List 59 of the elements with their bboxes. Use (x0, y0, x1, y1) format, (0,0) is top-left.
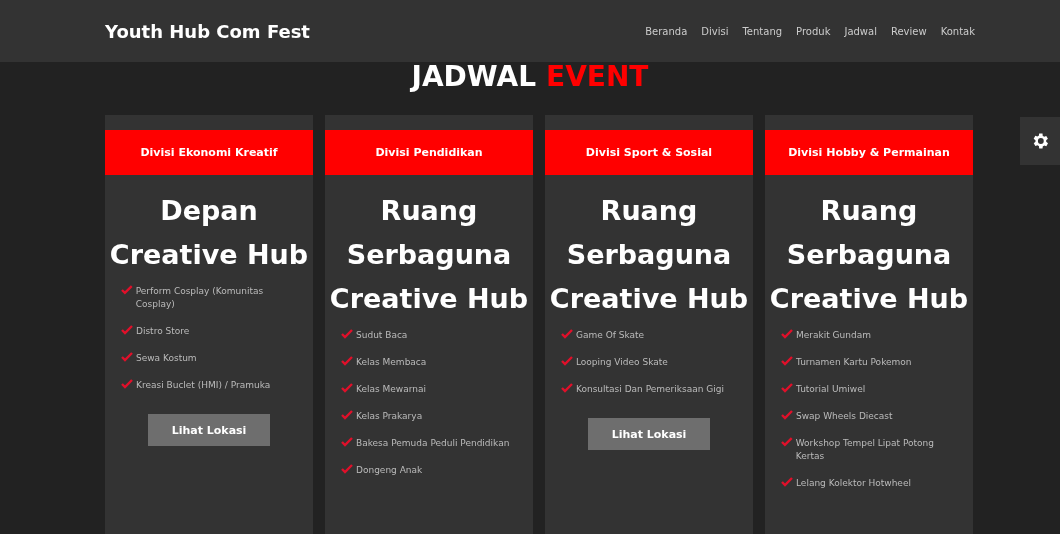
event-item: Sewa Kostum (136, 352, 197, 365)
location-button[interactable]: Lihat Lokasi (588, 418, 710, 450)
settings-button[interactable] (1020, 117, 1060, 165)
check-icon (781, 437, 793, 447)
nav-link[interactable]: Tentang (742, 25, 783, 37)
nav-link[interactable]: Divisi (701, 25, 729, 37)
check-icon (781, 356, 793, 366)
event-item: Konsultasi Dan Pemeriksaan Gigi (576, 383, 724, 396)
event-item: Looping Video Skate (576, 356, 668, 369)
check-icon (341, 464, 353, 474)
division-header: Divisi Sport & Sosial (545, 130, 753, 175)
location-title: Depan Creative Hub (108, 194, 310, 272)
division-header: Divisi Ekonomi Kreatif (105, 130, 313, 175)
location-title: Ruang Serbaguna Creative Hub (328, 194, 530, 316)
check-icon (561, 356, 573, 366)
event-item: Lelang Kolektor Hotwheel (796, 477, 911, 490)
event-item: Kelas Prakarya (356, 410, 423, 423)
event-item: Tutorial Umiwel (796, 383, 866, 396)
event-item: Kreasi Buclet (HMI) / Pramuka (136, 379, 271, 392)
check-icon (121, 352, 133, 362)
event-item: Workshop Tempel Lipat Potong Kertas (795, 437, 936, 463)
check-icon (781, 410, 793, 420)
check-icon (781, 329, 793, 339)
check-icon (341, 329, 353, 339)
event-item: Bakesa Pemuda Peduli Pendidikan (356, 437, 510, 450)
event-item: Kelas Membaca (356, 356, 427, 369)
section-title: JADWAL (411, 60, 536, 93)
event-item: Merakit Gundam (796, 329, 871, 342)
event-item: Kelas Mewarnai (356, 383, 426, 396)
event-item: Distro Store (136, 325, 190, 338)
check-icon (341, 356, 353, 366)
location-title: Ruang Serbaguna Creative Hub (548, 194, 750, 316)
event-item: Dongeng Anak (356, 464, 423, 477)
event-item: Game Of Skate (576, 329, 645, 342)
check-icon (781, 383, 793, 393)
check-icon (121, 325, 133, 335)
check-icon (561, 329, 573, 339)
location-title: Ruang Serbaguna Creative Hub (768, 194, 970, 316)
division-header: Divisi Hobby & Permainan (765, 130, 973, 175)
nav-link[interactable]: Kontak (940, 25, 975, 37)
section-title-accent: EVENT (546, 60, 649, 93)
check-icon (341, 437, 353, 447)
check-icon (561, 383, 573, 393)
nav-link[interactable]: Produk (796, 25, 831, 37)
event-item: Swap Wheels Diecast (796, 410, 893, 423)
check-icon (121, 285, 133, 295)
event-item: Perform Cosplay (Komunitas Cosplay) (135, 285, 265, 311)
nav-link[interactable]: Jadwal (844, 25, 877, 37)
nav-link[interactable]: Beranda (645, 25, 688, 37)
check-icon (341, 383, 353, 393)
nav-link[interactable]: Review (890, 25, 927, 37)
division-header: Divisi Pendidikan (325, 130, 533, 175)
event-item: Sudut Baca (356, 329, 408, 342)
check-icon (121, 379, 133, 389)
check-icon (341, 410, 353, 420)
check-icon (781, 477, 793, 487)
brand-name[interactable]: Youth Hub Com Fest (105, 20, 310, 42)
event-item: Turnamen Kartu Pokemon (796, 356, 912, 369)
location-button[interactable]: Lihat Lokasi (148, 414, 270, 446)
